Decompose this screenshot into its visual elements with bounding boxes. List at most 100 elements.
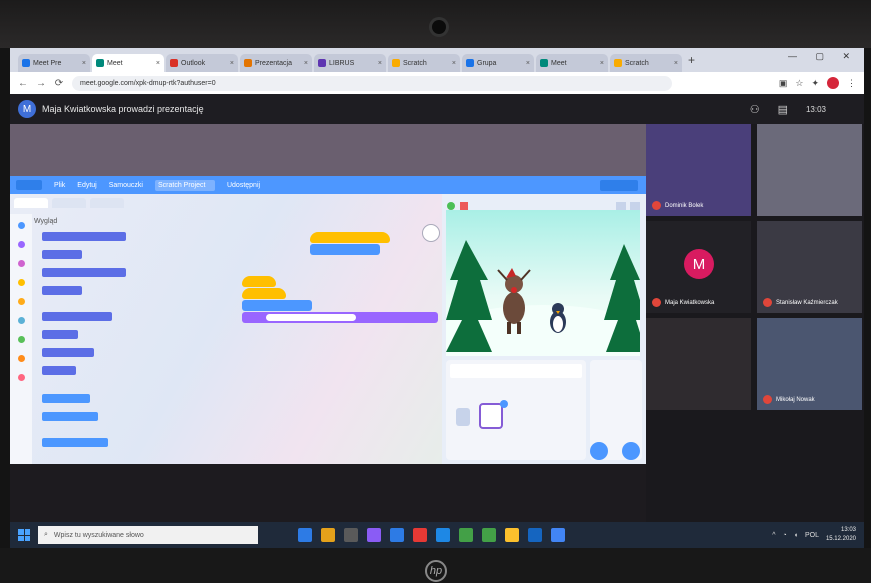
category-sound[interactable] (17, 260, 25, 267)
participant-tile[interactable] (757, 124, 862, 216)
chevron-up-icon[interactable]: ^ (772, 532, 775, 539)
close-tab-icon[interactable]: × (674, 60, 678, 67)
star-icon[interactable]: ☆ (795, 78, 803, 89)
category-control[interactable] (17, 298, 25, 305)
camera-permission-icon[interactable]: ▣ (779, 78, 788, 89)
browser-tab[interactable]: Grupa × (462, 54, 534, 72)
motion-block[interactable] (242, 300, 312, 311)
menu-edit[interactable]: Edytuj (77, 182, 96, 189)
palette-block[interactable] (42, 366, 76, 375)
close-tab-icon[interactable]: × (526, 60, 530, 67)
share-button[interactable]: Udostępnij (227, 182, 260, 189)
category-operators[interactable] (17, 336, 25, 343)
tab-code[interactable] (14, 198, 48, 208)
reload-icon[interactable]: ⟳ (54, 78, 64, 89)
category-looks[interactable] (17, 241, 25, 248)
close-tab-icon[interactable]: × (82, 60, 86, 67)
palette-block[interactable] (42, 330, 78, 339)
category-variables[interactable] (17, 355, 25, 362)
taskbar-app-icon[interactable] (413, 528, 427, 542)
taskbar-app-icon[interactable] (321, 528, 335, 542)
browser-tab[interactable]: Scratch × (610, 54, 682, 72)
people-icon[interactable]: ⚇ (750, 103, 760, 116)
category-motion[interactable] (17, 222, 25, 229)
project-title-input[interactable]: Scratch Project (154, 179, 215, 191)
taskbar-app-icon[interactable] (459, 528, 473, 542)
event-block[interactable] (242, 276, 276, 287)
palette-block[interactable] (42, 394, 90, 403)
chat-icon[interactable]: ▤ (778, 103, 788, 116)
browser-tab[interactable]: Scratch × (388, 54, 460, 72)
tab-costumes[interactable] (52, 198, 86, 208)
url-field[interactable]: meet.google.com/xpk-dmup-rtk?authuser=0 (72, 75, 672, 91)
close-tab-icon[interactable]: × (452, 60, 456, 67)
taskbar-app-icon[interactable] (367, 528, 381, 542)
profile-avatar[interactable] (827, 77, 839, 89)
extensions-icon[interactable]: ✦ (811, 78, 819, 89)
close-tab-icon[interactable]: × (600, 60, 604, 67)
palette-block[interactable] (42, 348, 94, 357)
add-backdrop-button[interactable] (622, 442, 640, 460)
stop-icon[interactable] (460, 202, 468, 210)
control-block[interactable] (242, 288, 286, 299)
category-my-blocks[interactable] (17, 374, 25, 381)
back-icon[interactable]: ← (18, 78, 28, 89)
menu-file[interactable]: Plik (54, 182, 65, 189)
new-tab-icon[interactable]: + (688, 53, 695, 67)
taskbar-app-icon[interactable] (344, 528, 358, 542)
taskbar-app-icon[interactable] (482, 528, 496, 542)
block-input[interactable] (266, 314, 356, 321)
participant-tile[interactable] (646, 318, 751, 410)
add-sprite-button[interactable] (590, 442, 608, 460)
palette-block[interactable] (42, 312, 112, 321)
network-icon[interactable]: ◔ (782, 532, 786, 539)
window-controls[interactable]: — ▢ ✕ (788, 51, 858, 62)
browser-tab[interactable]: Outlook × (166, 54, 238, 72)
delete-sprite-icon[interactable] (500, 400, 508, 408)
close-tab-icon[interactable]: × (304, 60, 308, 67)
taskbar-app-icon[interactable] (436, 528, 450, 542)
browser-tab[interactable]: Meet Pre × (18, 54, 90, 72)
palette-block[interactable] (42, 438, 108, 447)
volume-icon[interactable]: ◖ (794, 532, 798, 539)
palette-block[interactable] (42, 286, 82, 295)
tab-sounds[interactable] (90, 198, 124, 208)
close-tab-icon[interactable]: × (230, 60, 234, 67)
participant-tile[interactable]: M Maja Kwiatkowska (646, 221, 751, 313)
event-block[interactable] (310, 232, 390, 243)
language-indicator[interactable]: POL (805, 532, 819, 539)
category-events[interactable] (17, 279, 25, 286)
menu-tutorials[interactable]: Samouczki (109, 182, 143, 189)
palette-block[interactable] (42, 268, 126, 277)
browser-tab[interactable]: Prezentacja × (240, 54, 312, 72)
participant-tile[interactable]: Mikołaj Nowak (757, 318, 862, 410)
browser-tab[interactable]: LIBRUS × (314, 54, 386, 72)
browser-tab[interactable]: Meet × (92, 54, 164, 72)
tray-clock[interactable]: 13:03 15.12.2020 (826, 526, 856, 544)
palette-block[interactable] (42, 232, 126, 241)
small-stage-icon[interactable] (616, 202, 626, 210)
taskbar-app-icon[interactable] (505, 528, 519, 542)
close-tab-icon[interactable]: × (378, 60, 382, 67)
motion-block[interactable] (310, 244, 380, 255)
selected-sprite-thumbnail[interactable] (479, 403, 503, 429)
sprite-thumbnail[interactable] (456, 408, 470, 426)
palette-block[interactable] (42, 412, 98, 421)
participant-tile[interactable]: Dominik Bolek (646, 124, 751, 216)
taskbar-search[interactable]: ⌕ Wpisz tu wyszukiwane słowo (38, 526, 258, 544)
account-button[interactable] (600, 179, 638, 191)
palette-block[interactable] (42, 250, 82, 259)
green-flag-icon[interactable] (447, 202, 455, 210)
taskbar-app-icon[interactable] (390, 528, 404, 542)
menu-icon[interactable]: ⋮ (847, 78, 856, 89)
participant-tile[interactable]: Stanisław Kaźmierczak (757, 221, 862, 313)
windows-start-icon[interactable] (18, 529, 30, 541)
taskbar-app-icon[interactable] (528, 528, 542, 542)
fullscreen-icon[interactable] (630, 202, 640, 210)
category-sensing[interactable] (17, 317, 25, 324)
browser-tab[interactable]: Meet × (536, 54, 608, 72)
close-tab-icon[interactable]: × (156, 60, 160, 67)
taskbar-app-icon[interactable] (551, 528, 565, 542)
taskbar-app-icon[interactable] (298, 528, 312, 542)
forward-icon[interactable]: → (36, 78, 46, 89)
